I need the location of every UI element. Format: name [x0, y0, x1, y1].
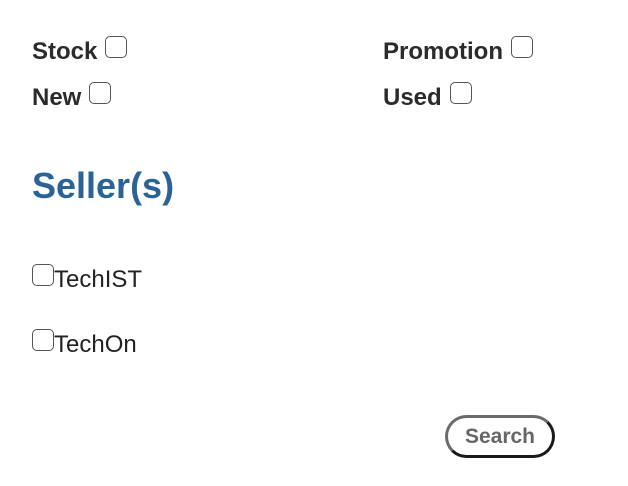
seller-option[interactable]: TechOn — [32, 329, 137, 359]
filter-stock-label: Stock — [32, 38, 98, 65]
filter-promotion-label: Promotion — [383, 38, 503, 65]
seller-checkbox[interactable] — [32, 329, 54, 351]
filter-used-label: Used — [383, 84, 442, 111]
filter-used-checkbox[interactable] — [449, 82, 472, 104]
filter-new-checkbox[interactable] — [89, 82, 112, 104]
filter-stock-checkbox[interactable] — [105, 36, 128, 58]
filter-promotion: Promotion — [383, 36, 533, 66]
filter-stock: Stock — [32, 36, 128, 66]
seller-checkbox[interactable] — [32, 264, 54, 286]
filter-new: New — [32, 82, 112, 112]
seller-label: TechOn — [54, 331, 137, 358]
filter-promotion-checkbox[interactable] — [511, 36, 533, 58]
search-button[interactable]: Search — [445, 415, 555, 458]
sellers-heading: Seller(s) — [32, 165, 175, 206]
seller-option[interactable]: TechIST — [32, 264, 143, 294]
seller-label: TechIST — [54, 266, 143, 293]
filter-used: Used — [383, 82, 472, 112]
filter-new-label: New — [32, 84, 82, 111]
